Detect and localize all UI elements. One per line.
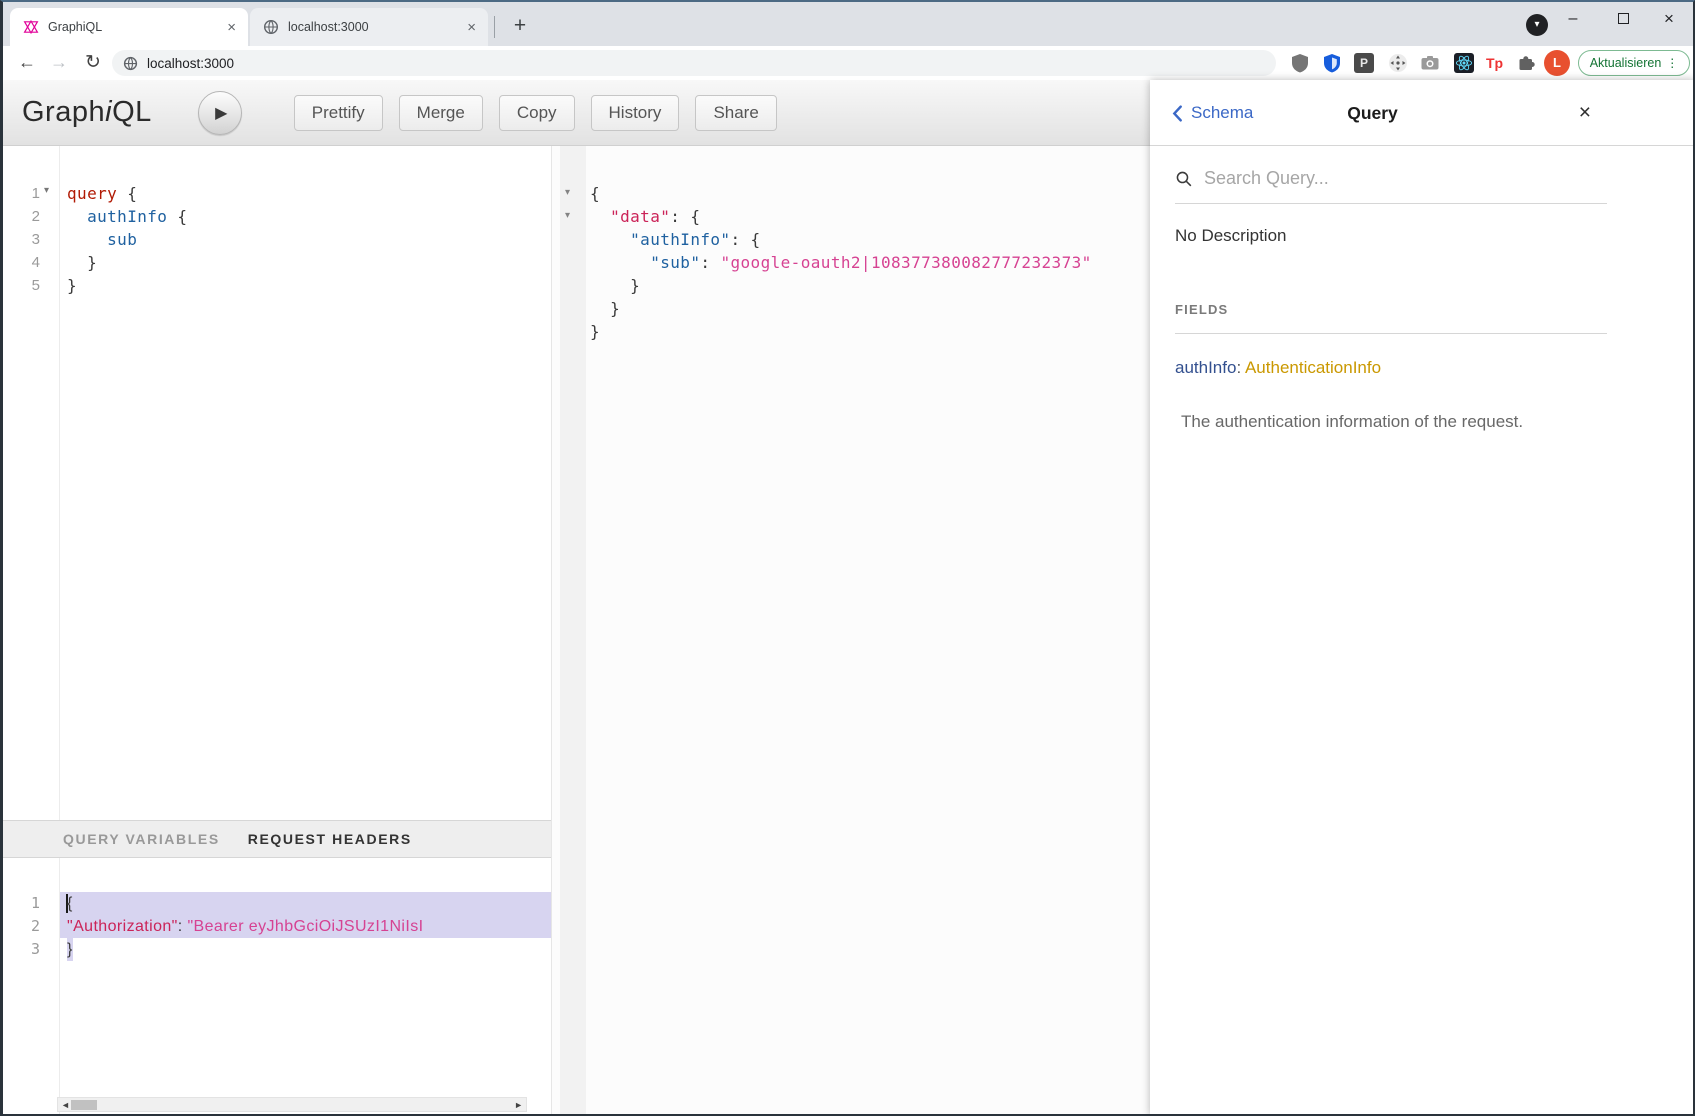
doc-search-box[interactable] — [1175, 146, 1607, 204]
browser-update-button[interactable]: Aktualisieren ⋮ — [1578, 50, 1690, 76]
tab-localhost[interactable]: localhost:3000 × — [250, 8, 488, 46]
scrollbar-thumb[interactable] — [71, 1100, 97, 1110]
extensions-puzzle-icon[interactable] — [1516, 53, 1536, 73]
doc-search-input[interactable] — [1204, 168, 1607, 189]
url-text: localhost:3000 — [147, 56, 234, 71]
share-button[interactable]: Share — [695, 95, 776, 131]
field-type-link[interactable]: AuthenticationInfo — [1245, 358, 1381, 377]
menu-dots-icon[interactable]: ⋮ — [1666, 56, 1678, 70]
profile-avatar[interactable]: L — [1544, 50, 1570, 76]
graphiql-toolbar: GraphiQL ▶ Prettify Merge Copy History S… — [0, 80, 1150, 146]
field-description: The authentication information of the re… — [1175, 412, 1607, 432]
gutter-divider — [59, 146, 60, 820]
field-name-link[interactable]: authInfo — [1175, 358, 1236, 377]
search-icon — [1175, 170, 1193, 188]
window-maximize-button[interactable] — [1606, 2, 1640, 36]
move-crosshair-extension-icon[interactable] — [1388, 53, 1408, 73]
update-label: Aktualisieren — [1590, 56, 1662, 70]
fold-arrow-icon[interactable]: ▾ — [44, 185, 49, 196]
doc-title: Query — [1150, 80, 1595, 146]
doc-explorer: Schema Query × No Description FIELDS aut… — [1150, 80, 1695, 1116]
fields-section-label: FIELDS — [1175, 302, 1607, 317]
tab-graphiql[interactable]: GraphiQL × — [10, 8, 248, 46]
p-extension-icon[interactable]: P — [1354, 53, 1374, 73]
browser-tab-strip: GraphiQL × localhost:3000 × + ▾ – × — [0, 0, 1695, 46]
browser-toolbar: ← → ↻ localhost:3000 P Tp L Aktualisiere… — [0, 46, 1695, 80]
tab-request-headers[interactable]: REQUEST HEADERS — [248, 831, 412, 847]
react-devtools-extension-icon[interactable] — [1454, 53, 1474, 73]
result-json: { "data": { "authInfo": { "sub": "google… — [590, 182, 1092, 343]
doc-explorer-body: No Description FIELDS authInfo: Authenti… — [1150, 146, 1695, 432]
secondary-editor-tabs: QUERY VARIABLES REQUEST HEADERS — [0, 820, 551, 858]
tab-title: GraphiQL — [48, 20, 227, 34]
selection-highlight — [60, 892, 551, 915]
tab-separator — [494, 16, 495, 38]
doc-close-button[interactable]: × — [1579, 80, 1591, 146]
graphql-logo-icon — [23, 19, 39, 35]
graphiql-browser-window: { "glyphs": { "close_x": "×", "plus": "+… — [0, 0, 1695, 1116]
query-line-numbers: 1 2 3 4 5 — [0, 182, 40, 297]
tampermonkey-extension-icon[interactable]: Tp — [1486, 53, 1506, 73]
doc-explorer-header: Schema Query × — [1150, 80, 1695, 146]
horizontal-scrollbar[interactable]: ◄ ► — [57, 1097, 527, 1112]
no-description-text: No Description — [1175, 226, 1607, 246]
copy-button[interactable]: Copy — [499, 95, 575, 131]
window-close-button[interactable]: × — [1652, 2, 1686, 36]
scroll-right-icon[interactable]: ► — [514, 1099, 523, 1111]
query-column: 1 2 3 4 5 ▾ query { authInfo { sub } } Q… — [0, 146, 552, 1116]
prettify-button[interactable]: Prettify — [294, 95, 383, 131]
play-icon: ▶ — [215, 103, 227, 123]
query-editor[interactable]: 1 2 3 4 5 ▾ query { authInfo { sub } } — [0, 146, 551, 820]
tab-title: localhost:3000 — [288, 20, 467, 34]
query-code: query { authInfo { sub } } — [67, 182, 187, 297]
ublock-extension-icon[interactable] — [1290, 53, 1310, 73]
tab-query-variables[interactable]: QUERY VARIABLES — [63, 831, 220, 847]
back-button[interactable]: ← — [12, 46, 42, 80]
maximize-icon — [1618, 13, 1629, 24]
field-authinfo: authInfo: AuthenticationInfo — [1175, 358, 1607, 378]
result-fold-gutter — [560, 146, 586, 1116]
tab-close-icon[interactable]: × — [227, 19, 236, 36]
window-minimize-button[interactable]: – — [1556, 2, 1590, 36]
fold-arrow-icon[interactable]: ▾ — [565, 210, 570, 221]
chevron-down-button[interactable]: ▾ — [1526, 14, 1548, 36]
result-viewer[interactable]: ▾ ▾ { "data": { "authInfo": { "sub": "go… — [552, 146, 1150, 1116]
address-bar[interactable]: localhost:3000 — [112, 50, 1276, 76]
camera-extension-icon[interactable] — [1420, 53, 1440, 73]
fields-divider — [1175, 333, 1607, 334]
bitwarden-extension-icon[interactable] — [1322, 53, 1342, 73]
tab-close-icon[interactable]: × — [467, 19, 476, 36]
reload-button[interactable]: ↻ — [78, 46, 108, 80]
new-tab-button[interactable]: + — [506, 12, 534, 40]
globe-icon — [263, 19, 279, 35]
forward-button[interactable]: → — [44, 46, 74, 80]
merge-button[interactable]: Merge — [399, 95, 483, 131]
globe-icon — [123, 56, 138, 71]
request-headers-editor[interactable]: 1 { 2 "Authorization": "Bearer eyJhbGciO… — [0, 858, 551, 1116]
scroll-left-icon[interactable]: ◄ — [61, 1099, 70, 1111]
fold-arrow-icon[interactable]: ▾ — [565, 187, 570, 198]
graphiql-logo: GraphiQL — [22, 96, 152, 129]
history-button[interactable]: History — [591, 95, 680, 131]
graphiql-panes: 1 2 3 4 5 ▾ query { authInfo { sub } } Q… — [0, 146, 1150, 1116]
execute-query-button[interactable]: ▶ — [198, 91, 242, 135]
